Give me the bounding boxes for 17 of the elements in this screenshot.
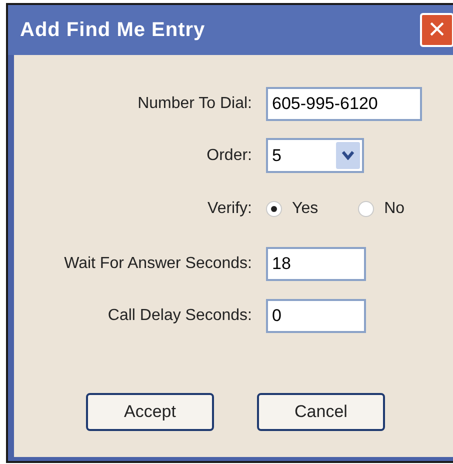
- text-field[interactable]: 605-995-6120: [266, 86, 422, 120]
- field-label: Number To Dial:: [136, 94, 252, 114]
- radio-label: No: [384, 198, 405, 218]
- radio-button[interactable]: [266, 200, 282, 216]
- text-field[interactable]: 18: [266, 246, 366, 280]
- close-button[interactable]: ×: [420, 13, 453, 47]
- radio-label: Yes: [292, 198, 318, 218]
- dialog-button[interactable]: Accept: [86, 393, 214, 431]
- text-field[interactable]: 0: [266, 298, 366, 332]
- field-label: Order:: [206, 146, 252, 166]
- field-label: Wait For Answer Seconds:: [63, 254, 252, 274]
- dialog-button[interactable]: Cancel: [257, 393, 385, 431]
- field-label: Call Delay Seconds:: [106, 306, 252, 326]
- radio-button[interactable]: [358, 200, 374, 216]
- field-label: Verify:: [206, 198, 252, 218]
- window-title: Add Find Me Entry: [20, 18, 206, 43]
- order-dropdown[interactable]: 5: [266, 138, 364, 173]
